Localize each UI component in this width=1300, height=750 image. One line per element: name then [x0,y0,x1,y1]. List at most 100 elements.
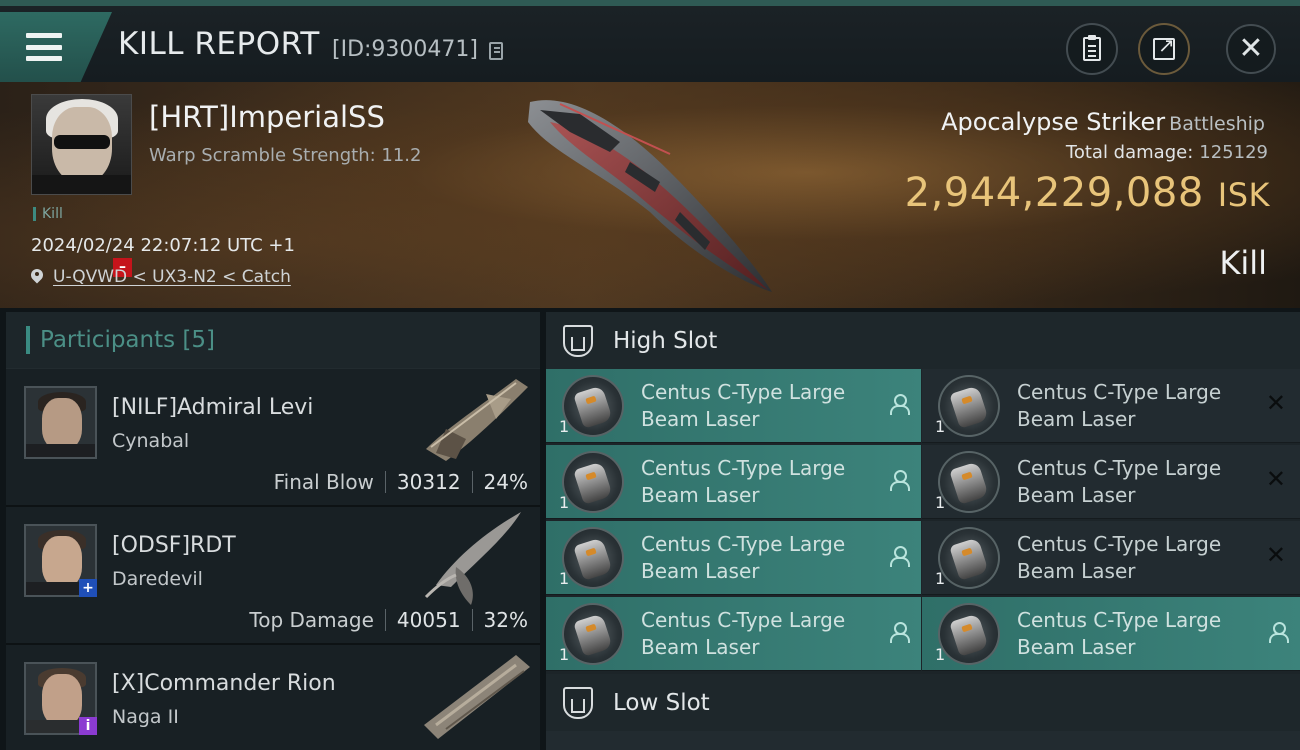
hamburger-icon [26,33,62,61]
module-icon [562,603,624,665]
x-icon: ✕ [1265,541,1286,569]
x-icon: ✕ [1265,465,1286,493]
user-icon [889,546,910,567]
module-quantity: 1 [935,569,946,588]
participant-ship-image [424,655,530,739]
module-name: Centus C-Type Large Beam Laser [1017,456,1222,507]
location-link[interactable]: U-QVWD < UX3-N2 < Catch [31,267,291,287]
participant-name: [ODSF]RDT [112,533,236,558]
participant-role: Top Damage [249,608,374,632]
module-icon [938,451,1000,513]
close-button[interactable]: ✕ [1226,24,1276,74]
isk-unit: ISK [1217,176,1270,214]
ship-type: Apocalypse Striker [941,108,1166,136]
participant-percent: 32% [483,608,528,632]
low-slot-header: Low Slot [546,674,1300,731]
module-name: Centus C-Type Large Beam Laser [1017,608,1222,659]
page-title: KILL REPORT [118,26,320,62]
victim-panel: – [HRT]ImperialSS Warp Scramble Strength… [0,82,1300,308]
user-icon [889,470,910,491]
isk-amount: 2,944,229,088 [904,170,1204,216]
participant-row[interactable]: i [X]Commander Rion Naga II [6,645,540,750]
module-name: Centus C-Type Large Beam Laser [641,380,846,431]
total-damage-label: Total damage: [1065,142,1194,163]
x-icon: ✕ [1265,389,1286,417]
module-quantity: 1 [559,645,570,664]
module-icon [938,527,1000,589]
low-slot-title: Low Slot [613,689,710,716]
participants-header: Participants [5] [6,312,540,369]
slot-icon [563,324,593,357]
fitting-panel: High Slot 1 Centus C-Type Large Beam Lase… [546,312,1300,750]
menu-button[interactable] [0,12,112,82]
module-icon [562,451,624,513]
total-damage-value: 125129 [1199,142,1268,163]
participant-role: Final Blow [273,470,374,494]
share-icon [1153,33,1175,60]
module-quantity: 1 [935,417,946,436]
module-item[interactable]: 1 Centus C-Type Large Beam Laser ✕ [922,521,1300,595]
participant-stats: Top Damage 40051 32% [249,608,528,632]
user-icon [1268,622,1289,643]
participant-percent: 24% [483,470,528,494]
participant-row[interactable]: [NILF]Admiral Levi Cynabal Final Blow 303… [6,369,540,507]
participant-row[interactable]: + [ODSF]RDT Daredevil Top Damage 40051 32% [6,507,540,645]
module-item[interactable]: 1 Centus C-Type Large Beam Laser ✕ [922,445,1300,519]
warp-scramble-strength: Warp Scramble Strength: 11.2 [149,145,422,166]
participant-avatar[interactable] [24,386,97,459]
clipboard-button[interactable] [1066,23,1118,75]
participant-stats: Final Blow 30312 24% [274,470,528,494]
close-icon: ✕ [1238,31,1264,66]
participants-label: Participants [5] [40,327,216,353]
module-item[interactable]: 1 Centus C-Type Large Beam Laser [546,597,921,671]
module-name: Centus C-Type Large Beam Laser [641,532,846,583]
participants-panel: Participants [5] [NILF]Admiral Levi Cyna… [6,312,540,750]
victim-ship-name[interactable]: Apocalypse Striker Battleship [941,108,1265,136]
high-slot-header: High Slot [546,312,1300,369]
module-name: Centus C-Type Large Beam Laser [641,456,846,507]
victim-name[interactable]: [HRT]ImperialSS [149,100,385,134]
module-icon [562,527,624,589]
victim-avatar[interactable] [31,94,132,195]
module-item[interactable]: 1 Centus C-Type Large Beam Laser ✕ [922,369,1300,443]
copy-icon[interactable] [489,42,503,60]
module-quantity: 1 [935,645,946,664]
participant-ship: Naga II [112,706,179,728]
participant-ship-image [426,379,528,461]
victim-ship-image [528,100,772,292]
participant-damage: 40051 [396,608,461,632]
module-name: Centus C-Type Large Beam Laser [641,608,846,659]
result-label: Kill [1219,244,1267,282]
participant-name: [NILF]Admiral Levi [112,395,314,420]
participant-ship: Daredevil [112,568,203,590]
module-item[interactable]: 1 Centus C-Type Large Beam Laser [922,597,1300,671]
slot-icon [563,686,593,719]
user-icon [889,622,910,643]
high-slot-grid: 1 Centus C-Type Large Beam Laser 1 Centus… [546,369,1300,671]
low-slot-grid [546,731,1300,750]
kill-datetime: 2024/02/24 22:07:12 UTC +1 [31,235,295,256]
participant-name: [X]Commander Rion [112,671,336,696]
module-quantity: 1 [935,493,946,512]
module-quantity: 1 [559,493,570,512]
module-item[interactable]: 1 Centus C-Type Large Beam Laser [546,445,921,519]
module-item[interactable]: 1 Centus C-Type Large Beam Laser [546,521,921,595]
location-text: U-QVWD < UX3-N2 < Catch [53,267,291,287]
module-name: Centus C-Type Large Beam Laser [1017,380,1222,431]
module-name: Centus C-Type Large Beam Laser [1017,532,1222,583]
clipboard-icon [1083,35,1101,61]
participant-ship: Cynabal [112,430,190,452]
high-slot-title: High Slot [613,327,718,354]
participant-ship-image [424,512,521,605]
total-damage: Total damage: 125129 [1066,142,1268,163]
participant-damage: 30312 [396,470,461,494]
share-button[interactable] [1138,23,1190,75]
module-item[interactable]: 1 Centus C-Type Large Beam Laser [546,369,921,443]
top-bar: KILL REPORT [ID:9300471] ✕ [0,0,1300,82]
kill-tag: Kill [33,207,63,221]
module-quantity: 1 [559,569,570,588]
report-id: [ID:9300471] [332,37,478,62]
module-icon [938,375,1000,437]
module-icon [562,375,624,437]
user-icon [889,394,910,415]
